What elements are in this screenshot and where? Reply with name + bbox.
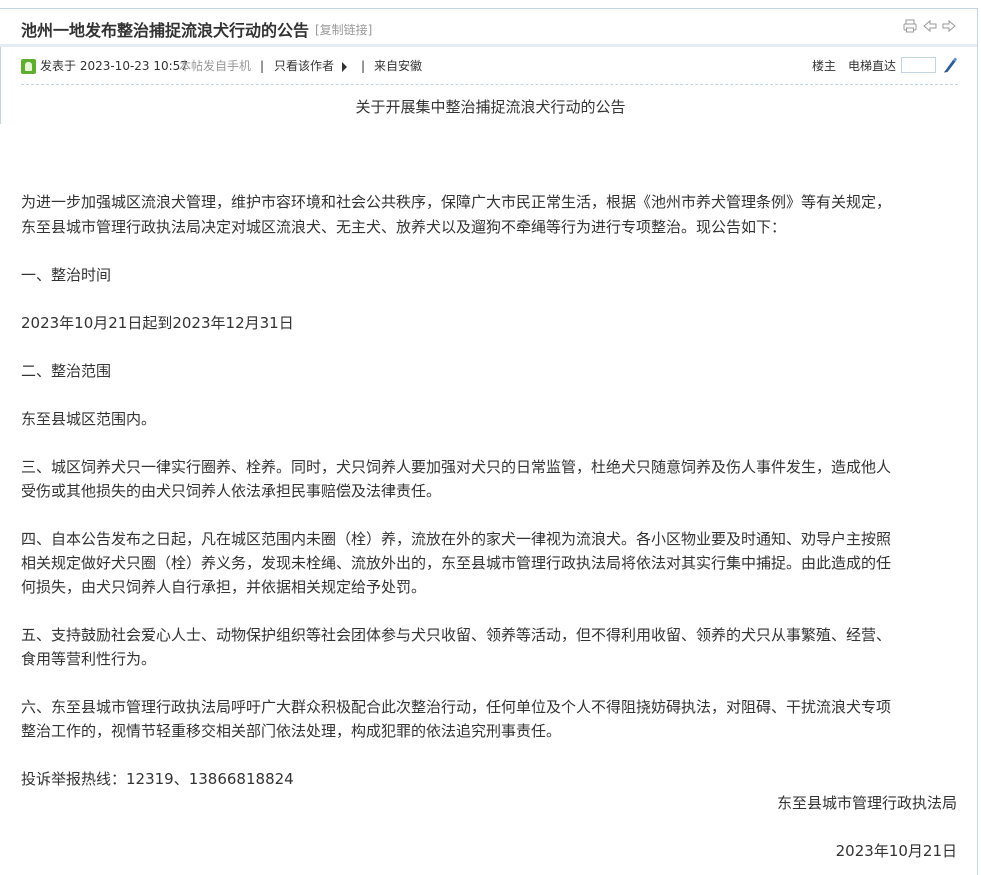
article-line: 受伤或其他损失的由犬只饲养人依法承担民事赔偿及法律责任。 <box>21 482 442 500</box>
thread-title: 池州一地发布整治捕捉流浪犬行动的公告 <box>21 21 310 40</box>
next-thread-icon[interactable] <box>941 18 957 34</box>
article-line: 六、东至县城市管理行政执法局呼吁广大群众积极配合此次整治行动，任何单位及个人不得… <box>21 698 892 716</box>
article-line: 相关规定做好犬只圈（栓）养义务，发现未栓绳、流放外出的，东至县城市管理行政执法局… <box>21 554 892 572</box>
post-time: 发表于 2023-10-23 10:57 <box>40 59 188 73</box>
post-frame <box>0 8 978 875</box>
section-heading: 一、整治时间 <box>21 266 112 284</box>
copy-link-button[interactable]: [复制链接] <box>315 21 372 38</box>
meta-divider-2: | <box>361 59 366 73</box>
article-line: 东至县城市管理行政执法局决定对城区流浪犬、无主犬、放养犬以及遛狗不牵绳等行为进行… <box>21 218 787 236</box>
title-separator <box>0 44 977 47</box>
only-author-link[interactable]: 只看该作者 <box>274 57 334 75</box>
article-line: 东至县城区范围内。 <box>21 410 157 428</box>
post-source: 来自安徽 <box>374 59 423 73</box>
section-heading: 二、整治范围 <box>21 362 112 380</box>
article-line: 整治工作的，视情节轻重移交相关部门依法处理，构成犯罪的依法追究刑事责任。 <box>21 722 562 740</box>
article-heading: 关于开展集中整治捕捉流浪犬行动的公告 <box>355 98 626 116</box>
floor-jump-input[interactable] <box>901 57 936 73</box>
article-line: 四、自本公告发布之日起，凡在城区范围内未圈（栓）养，流放在外的家犬一律视为流浪犬… <box>21 530 892 548</box>
prev-thread-icon[interactable] <box>922 18 938 34</box>
triangle-right-icon[interactable] <box>342 62 347 72</box>
meta-divider: | <box>260 59 265 73</box>
author-icon <box>21 59 36 74</box>
article-line: 食用等营利性行为。 <box>21 650 157 668</box>
printer-icon[interactable] <box>902 18 918 34</box>
hotline: 投诉举报热线：12319、13866818824 <box>21 770 294 788</box>
article-line: 五、支持鼓励社会爱心人士、动物保护组织等社会团体参与犬只收留、领养等活动，但不得… <box>21 626 892 644</box>
mobile-note: 本帖发自手机 <box>179 59 252 73</box>
article-line: 何损失，由犬只饲养人自行承担，并依据相关规定给予处罚。 <box>21 578 427 596</box>
signature: 东至县城市管理行政执法局 <box>776 794 957 812</box>
article-line: 2023年10月21日起到2023年12月31日 <box>21 314 294 332</box>
floor-label: 楼主 <box>812 59 837 73</box>
meta-divider-line <box>21 84 958 85</box>
article-line: 为进一步加强城区流浪犬管理，维护市容环境和社会公共秩序，保障广大市民正常生活，根… <box>21 193 892 211</box>
pen-jump-icon[interactable] <box>941 56 959 74</box>
notice-date: 2023年10月21日 <box>835 842 957 860</box>
article-line: 三、城区饲养犬只一律实行圈养、栓养。同时，犬只饲养人要加强对犬只的日常监管，杜绝… <box>21 458 892 476</box>
jump-label: 电梯直达 <box>848 59 897 73</box>
